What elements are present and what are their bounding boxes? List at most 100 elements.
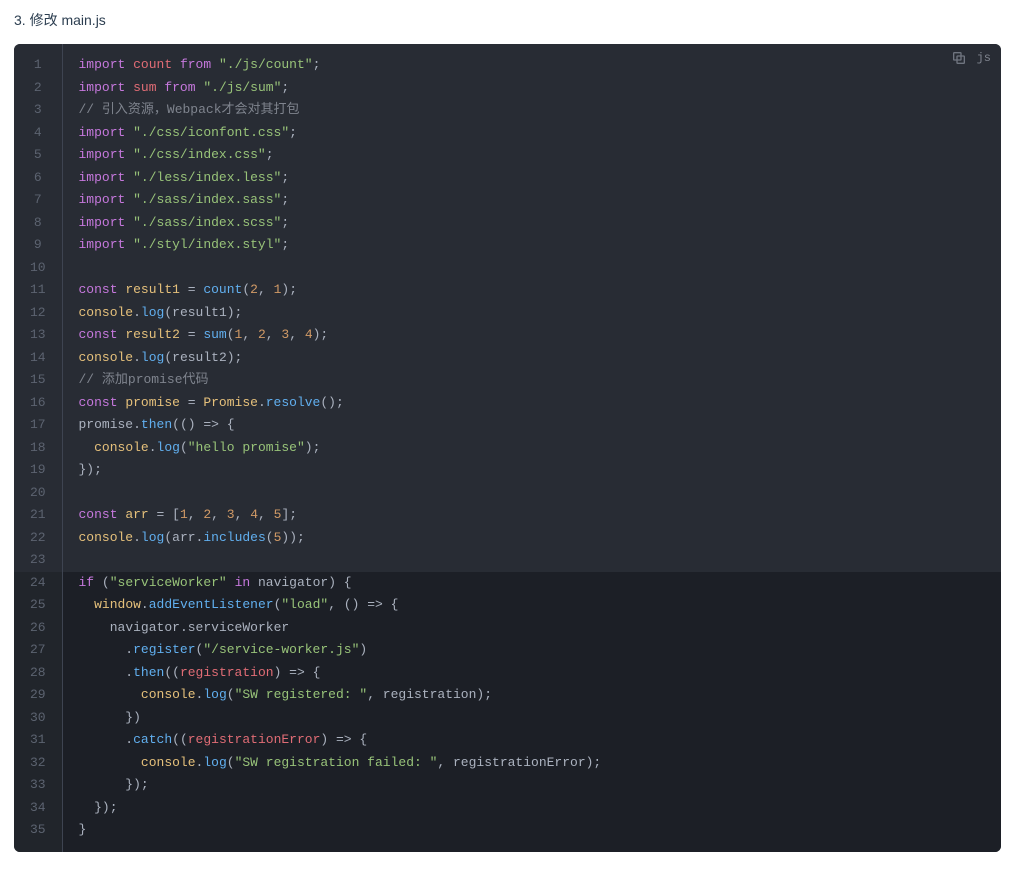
line-number: 15 (14, 369, 62, 392)
code-line: 33 }); (14, 774, 1001, 797)
code-block: js 1import count from "./js/count";2impo… (14, 44, 1001, 852)
line-content: const arr = [1, 2, 3, 4, 5]; (62, 504, 1001, 527)
code-line: 18 console.log("hello promise"); (14, 437, 1001, 460)
line-content: console.log("SW registration failed: ", … (62, 752, 1001, 775)
code-line: 14console.log(result2); (14, 347, 1001, 370)
code-line: 3// 引入资源，Webpack才会对其打包 (14, 99, 1001, 122)
line-number: 7 (14, 189, 62, 212)
code-line: 1import count from "./js/count"; (14, 44, 1001, 77)
copy-icon[interactable] (951, 50, 967, 66)
page: 3. 修改 main.js js 1import count from "./j… (0, 0, 1015, 866)
line-number: 17 (14, 414, 62, 437)
line-number: 5 (14, 144, 62, 167)
line-content: import "./css/index.css"; (62, 144, 1001, 167)
line-content: .then((registration) => { (62, 662, 1001, 685)
code-line: 22console.log(arr.includes(5)); (14, 527, 1001, 550)
code-line: 5import "./css/index.css"; (14, 144, 1001, 167)
line-number: 20 (14, 482, 62, 505)
code-line: 11const result1 = count(2, 1); (14, 279, 1001, 302)
line-content: import "./sass/index.sass"; (62, 189, 1001, 212)
line-number: 18 (14, 437, 62, 460)
line-number: 16 (14, 392, 62, 415)
line-content: .register("/service-worker.js") (62, 639, 1001, 662)
line-content (62, 482, 1001, 505)
code-line: 7import "./sass/index.sass"; (14, 189, 1001, 212)
line-number: 4 (14, 122, 62, 145)
code-table: 1import count from "./js/count";2import … (14, 44, 1001, 852)
code-line: 26 navigator.serviceWorker (14, 617, 1001, 640)
code-line: 28 .then((registration) => { (14, 662, 1001, 685)
code-line: 20 (14, 482, 1001, 505)
line-content: // 引入资源，Webpack才会对其打包 (62, 99, 1001, 122)
code-line: 9import "./styl/index.styl"; (14, 234, 1001, 257)
language-label: js (977, 51, 991, 65)
code-line: 16const promise = Promise.resolve(); (14, 392, 1001, 415)
code-line: 17promise.then(() => { (14, 414, 1001, 437)
line-number: 30 (14, 707, 62, 730)
line-content (62, 257, 1001, 280)
line-number: 33 (14, 774, 62, 797)
code-line: 35} (14, 819, 1001, 852)
line-content: const result2 = sum(1, 2, 3, 4); (62, 324, 1001, 347)
line-number: 21 (14, 504, 62, 527)
code-line: 19}); (14, 459, 1001, 482)
line-number: 32 (14, 752, 62, 775)
line-number: 34 (14, 797, 62, 820)
line-number: 13 (14, 324, 62, 347)
code-line: 27 .register("/service-worker.js") (14, 639, 1001, 662)
line-number: 14 (14, 347, 62, 370)
line-number: 2 (14, 77, 62, 100)
line-content: const result1 = count(2, 1); (62, 279, 1001, 302)
code-line: 13const result2 = sum(1, 2, 3, 4); (14, 324, 1001, 347)
line-number: 6 (14, 167, 62, 190)
line-number: 29 (14, 684, 62, 707)
section-heading: 3. 修改 main.js (14, 10, 1001, 30)
line-number: 11 (14, 279, 62, 302)
code-line: 8import "./sass/index.scss"; (14, 212, 1001, 235)
line-content: console.log("hello promise"); (62, 437, 1001, 460)
code-line: 32 console.log("SW registration failed: … (14, 752, 1001, 775)
line-number: 31 (14, 729, 62, 752)
line-number: 26 (14, 617, 62, 640)
line-number: 28 (14, 662, 62, 685)
line-content: }); (62, 797, 1001, 820)
code-line: 31 .catch((registrationError) => { (14, 729, 1001, 752)
code-toolbar: js (951, 50, 991, 66)
line-content: }); (62, 774, 1001, 797)
code-line: 6import "./less/index.less"; (14, 167, 1001, 190)
code-line: 4import "./css/iconfont.css"; (14, 122, 1001, 145)
line-content: import sum from "./js/sum"; (62, 77, 1001, 100)
line-number: 24 (14, 572, 62, 595)
line-content: if ("serviceWorker" in navigator) { (62, 572, 1001, 595)
code-line: 34 }); (14, 797, 1001, 820)
line-number: 10 (14, 257, 62, 280)
line-content: promise.then(() => { (62, 414, 1001, 437)
line-number: 35 (14, 819, 62, 852)
line-content: navigator.serviceWorker (62, 617, 1001, 640)
line-number: 23 (14, 549, 62, 572)
code-line: 12console.log(result1); (14, 302, 1001, 325)
line-content: import count from "./js/count"; (62, 44, 1001, 77)
line-number: 3 (14, 99, 62, 122)
code-line: 2import sum from "./js/sum"; (14, 77, 1001, 100)
line-number: 8 (14, 212, 62, 235)
code-line: 24if ("serviceWorker" in navigator) { (14, 572, 1001, 595)
code-line: 21const arr = [1, 2, 3, 4, 5]; (14, 504, 1001, 527)
line-number: 1 (14, 44, 62, 77)
code-line: 30 }) (14, 707, 1001, 730)
line-content: .catch((registrationError) => { (62, 729, 1001, 752)
code-line: 25 window.addEventListener("load", () =>… (14, 594, 1001, 617)
line-content: import "./less/index.less"; (62, 167, 1001, 190)
line-content: console.log(result2); (62, 347, 1001, 370)
line-content: import "./styl/index.styl"; (62, 234, 1001, 257)
line-content: // 添加promise代码 (62, 369, 1001, 392)
line-content: console.log(result1); (62, 302, 1001, 325)
code-line: 15// 添加promise代码 (14, 369, 1001, 392)
line-number: 19 (14, 459, 62, 482)
line-number: 25 (14, 594, 62, 617)
line-content: console.log("SW registered: ", registrat… (62, 684, 1001, 707)
line-number: 22 (14, 527, 62, 550)
code-line: 10 (14, 257, 1001, 280)
code-line: 29 console.log("SW registered: ", regist… (14, 684, 1001, 707)
line-content: import "./css/iconfont.css"; (62, 122, 1001, 145)
